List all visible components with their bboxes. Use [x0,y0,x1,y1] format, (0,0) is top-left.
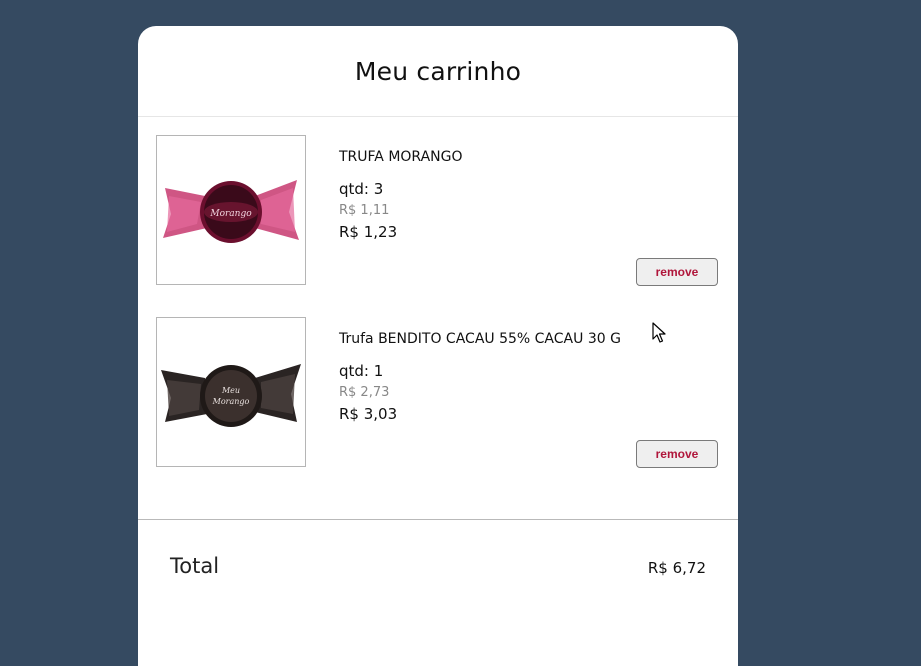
svg-text:Morango: Morango [212,397,250,406]
item-info: TRUFA MORANGO qtd: 3 R$ 1,11 R$ 1,23 [339,145,629,243]
item-name: Trufa BENDITO CACAU 55% CACAU 30 G [339,331,621,347]
total-divider [138,519,738,520]
cart-item: Meu Morango Trufa BENDITO CACAU 55% CACA… [156,317,718,469]
cart-header: Meu carrinho [138,26,738,117]
remove-button[interactable]: remove [636,258,718,286]
truffle-image: Meu Morango [161,364,301,427]
item-unit-price: R$ 2,73 [339,385,390,400]
product-image: Meu Morango [156,317,306,467]
remove-button[interactable]: remove [636,440,718,468]
cart-panel: Meu carrinho Morango TRUFA MORANGO qtd: … [138,26,738,666]
item-quantity: qtd: 1 [339,362,384,380]
product-image: Morango [156,135,306,285]
total-label: Total [170,554,220,578]
item-quantity: qtd: 3 [339,180,384,198]
item-subtotal: R$ 1,23 [339,223,398,241]
svg-text:Morango: Morango [209,209,252,219]
total-value: R$ 6,72 [647,559,706,577]
item-name: TRUFA MORANGO [339,149,463,165]
item-info: Trufa BENDITO CACAU 55% CACAU 30 G qtd: … [339,327,629,425]
item-unit-price: R$ 1,11 [339,203,390,218]
svg-text:Meu: Meu [221,386,240,395]
item-subtotal: R$ 3,03 [339,405,398,423]
mouse-cursor-icon [652,322,666,348]
cart-title: Meu carrinho [354,56,522,86]
cart-item: Morango TRUFA MORANGO qtd: 3 R$ 1,11 R$ … [156,135,718,287]
truffle-image: Morango [163,180,299,243]
